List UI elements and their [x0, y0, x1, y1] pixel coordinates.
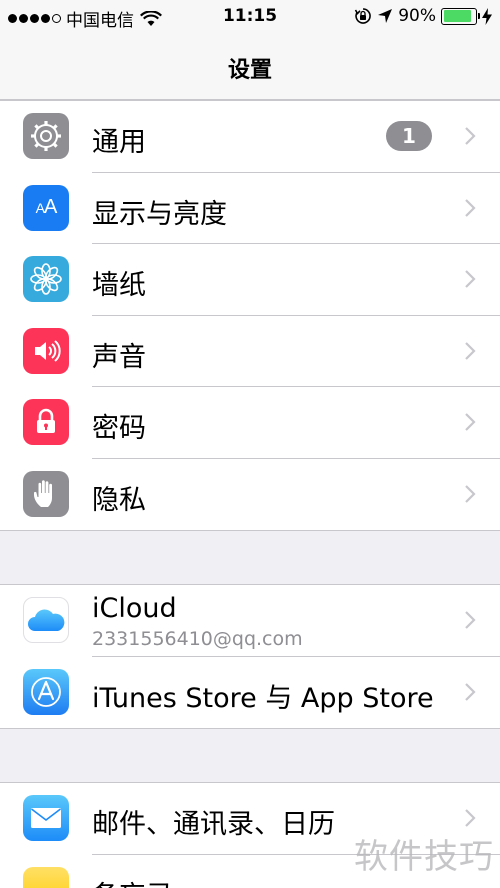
settings-row-itunes-app-store[interactable]: iTunes Store 与 App Store	[0, 657, 500, 729]
settings-row-sounds[interactable]: 声音	[0, 316, 500, 387]
status-right: 90%	[354, 6, 492, 26]
text-size-icon-label: A	[44, 196, 57, 218]
chevron-right-icon	[465, 682, 476, 701]
settings-row-label: 通用	[92, 127, 146, 158]
chevron-right-icon	[465, 809, 476, 827]
chevron-right-icon	[465, 611, 476, 629]
navigation-bar: 设置	[0, 36, 500, 100]
settings-row-label: 邮件、通讯录、日历	[92, 809, 335, 840]
speaker-icon	[23, 327, 69, 374]
text-size-icon: AA	[23, 184, 69, 231]
settings-row-label: 隐私	[92, 484, 146, 516]
chevron-right-icon	[465, 341, 476, 360]
settings-row-label: iCloud	[92, 593, 177, 624]
flower-icon	[23, 256, 69, 302]
mail-icon	[23, 795, 69, 841]
notes-icon	[23, 866, 69, 888]
battery-icon	[441, 7, 480, 25]
settings-group-1: 通用 1 AA 显示与亮度 墙纸 声音 密码 隐私	[0, 100, 500, 531]
settings-group-2: iCloud 2331556410@qq.com iTunes Store 与 …	[0, 584, 500, 729]
settings-row-label: iTunes Store 与 App Store	[92, 682, 434, 714]
chevron-right-icon	[465, 127, 476, 145]
settings-row-icloud[interactable]: iCloud 2331556410@qq.com	[0, 585, 500, 657]
settings-row-label: 备忘录	[92, 874, 173, 888]
chevron-right-icon	[465, 413, 476, 431]
charging-bolt-icon	[482, 7, 492, 25]
battery-percent: 90%	[398, 6, 436, 26]
battery-fill	[443, 10, 472, 22]
location-arrow-icon	[378, 9, 393, 23]
settings-row-label: 密码	[92, 413, 146, 444]
settings-row-passcode[interactable]: 密码	[0, 387, 500, 459]
hand-icon	[23, 470, 69, 517]
settings-row-privacy[interactable]: 隐私	[0, 459, 500, 531]
watermark-text: 软件技巧	[354, 837, 494, 877]
settings-row-display[interactable]: AA 显示与亮度	[0, 173, 500, 244]
settings-row-general[interactable]: 通用 1	[0, 101, 500, 173]
icloud-account-email: 2331556410@qq.com	[92, 628, 303, 650]
cloud-icon	[23, 597, 69, 643]
lock-icon	[23, 399, 69, 445]
settings-row-label: 声音	[92, 341, 146, 373]
chevron-right-icon	[465, 270, 476, 288]
gear-icon	[23, 113, 69, 159]
status-bar: 中国电信 11:15 90%	[0, 0, 500, 36]
settings-row-label: 显示与亮度	[92, 198, 227, 230]
page-title: 设置	[227, 58, 272, 83]
chevron-right-icon	[465, 484, 476, 503]
settings-row-wallpaper[interactable]: 墙纸	[0, 244, 500, 316]
chevron-right-icon	[465, 198, 476, 217]
app-store-icon	[23, 668, 69, 715]
notification-badge: 1	[386, 121, 432, 151]
rotation-lock-icon	[355, 8, 372, 24]
settings-row-label: 墙纸	[92, 270, 146, 301]
